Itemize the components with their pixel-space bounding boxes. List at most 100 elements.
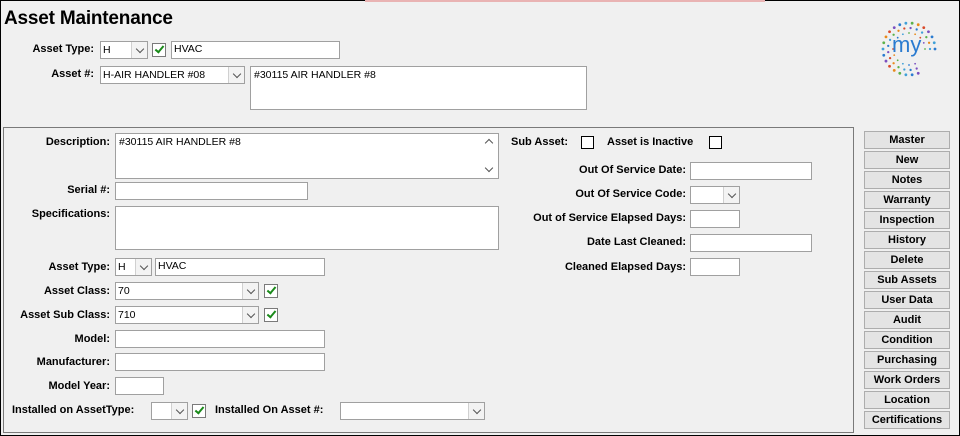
asset-type-code: H (103, 44, 111, 56)
oos-code-select[interactable] (690, 186, 740, 204)
logo-dot (887, 44, 890, 48)
asset-type-label: Asset Type: (32, 43, 94, 55)
logo-dot (896, 59, 899, 62)
condition-button[interactable]: Condition (864, 331, 950, 349)
oos-date-field[interactable] (690, 162, 812, 180)
asset-type-code-2: H (118, 261, 126, 273)
oos-elapsed-label: Out of Service Elapsed Days: (533, 212, 686, 224)
logo-dot (927, 41, 931, 44)
description-label: Description: (45, 136, 110, 148)
installed-on-type-label: Installed on AssetType: (12, 404, 135, 416)
asset-class-value: 70 (118, 285, 130, 297)
logo-dot (928, 47, 932, 51)
logo-dot (892, 62, 895, 65)
master-button[interactable]: Master (864, 131, 950, 149)
sub-asset-label: Sub Asset: (511, 136, 569, 148)
audit-button[interactable]: Audit (864, 311, 950, 329)
page-title: Asset Maintenance (4, 8, 173, 29)
last-cleaned-field[interactable] (690, 234, 812, 252)
logo-dot (910, 73, 914, 77)
inactive-checkbox[interactable] (709, 136, 722, 149)
logo-dot (927, 30, 930, 34)
description-field[interactable]: #30115 AIR HANDLER #8 (115, 133, 499, 179)
specifications-field[interactable] (115, 206, 499, 250)
serial-label: Serial #: (67, 184, 110, 196)
notes-button[interactable]: Notes (864, 171, 950, 189)
asset-class-select[interactable]: 70 (115, 282, 259, 300)
logo-dot (904, 73, 908, 77)
asset-type-select[interactable]: H (100, 41, 148, 59)
logo-dot (916, 23, 920, 27)
chevron-down-icon[interactable] (228, 67, 244, 83)
sub-assets-button[interactable]: Sub Assets (864, 271, 950, 289)
cleaned-elapsed-label: Cleaned Elapsed Days: (564, 261, 686, 273)
title-bar-accent (365, 0, 765, 2)
logo-dot (903, 68, 906, 71)
logo-dot (882, 53, 886, 57)
logo-dot (884, 35, 888, 39)
new-button[interactable]: New (864, 151, 950, 169)
logo-dot (914, 62, 917, 65)
logo-dot (898, 23, 902, 27)
logo-dot (903, 27, 906, 30)
asset-type-name-field[interactable]: HVAC (171, 41, 340, 59)
warranty-button[interactable]: Warranty (864, 191, 950, 209)
installed-on-asset-label: Installed On Asset #: (215, 404, 324, 416)
asset-sub-class-value: 710 (118, 309, 136, 321)
inactive-label: Asset is Inactive (607, 136, 694, 148)
logo-dot (908, 64, 910, 66)
delete-button[interactable]: Delete (864, 251, 950, 269)
location-button[interactable]: Location (864, 391, 950, 409)
chevron-down-icon[interactable] (131, 42, 147, 58)
installed-on-asset-select[interactable] (340, 402, 485, 420)
logo-dot (930, 35, 934, 39)
serial-field[interactable] (115, 182, 308, 200)
model-year-field[interactable] (115, 377, 164, 395)
oos-code-label: Out Of Service Code: (575, 188, 686, 200)
chevron-down-icon[interactable] (468, 403, 484, 419)
logo-dot (881, 47, 885, 51)
user-data-button[interactable]: User Data (864, 291, 950, 309)
action-sidebar: Master New Notes Warranty Inspection His… (864, 131, 950, 431)
purchasing-button[interactable]: Purchasing (864, 351, 950, 369)
logo-dot (888, 30, 891, 34)
chevron-down-icon[interactable] (723, 187, 739, 203)
asset-num-select[interactable]: H-AIR HANDLER #08 (100, 66, 245, 84)
asset-type-name-field-2[interactable]: HVAC (155, 258, 325, 276)
logo-dot (932, 41, 936, 45)
installed-on-type-select[interactable] (151, 402, 188, 420)
asset-desc-field[interactable]: #30115 AIR HANDLER #8 (250, 66, 587, 110)
logo-dot (888, 56, 892, 60)
manufacturer-field[interactable] (115, 353, 325, 371)
asset-type-label-2: Asset Type: (48, 261, 110, 273)
model-field[interactable] (115, 330, 325, 348)
cleaned-elapsed-field[interactable] (690, 258, 740, 276)
description-scrollbar[interactable] (483, 135, 497, 177)
inspection-button[interactable]: Inspection (864, 211, 950, 229)
history-button[interactable]: History (864, 231, 950, 249)
logo-dot (924, 48, 926, 50)
chevron-down-icon[interactable] (171, 403, 187, 419)
model-year-label: Model Year: (48, 380, 110, 392)
installed-on-type-validate-icon[interactable] (192, 404, 206, 418)
certifications-button[interactable]: Certifications (864, 411, 950, 429)
asset-sub-class-select[interactable]: 710 (115, 306, 259, 324)
asset-class-validate-icon[interactable] (264, 284, 278, 298)
sub-asset-checkbox[interactable] (581, 136, 594, 149)
asset-sub-class-validate-icon[interactable] (264, 308, 278, 322)
asset-type-select-2[interactable]: H (115, 258, 152, 276)
logo-dot (887, 50, 890, 54)
logo-dot (901, 62, 904, 65)
work-orders-button[interactable]: Work Orders (864, 371, 950, 389)
logo-dot (933, 47, 937, 51)
logo-dot (892, 26, 896, 29)
logo-dot (888, 38, 892, 42)
oos-elapsed-field[interactable] (690, 210, 740, 228)
asset-num-value: H-AIR HANDLER #08 (103, 69, 206, 81)
logo-dot (884, 59, 888, 63)
chevron-down-icon[interactable] (242, 307, 258, 323)
chevron-down-icon[interactable] (135, 259, 151, 275)
logo-dot (922, 26, 926, 29)
chevron-down-icon[interactable] (242, 283, 258, 299)
asset-type-validate-icon[interactable] (152, 43, 166, 57)
